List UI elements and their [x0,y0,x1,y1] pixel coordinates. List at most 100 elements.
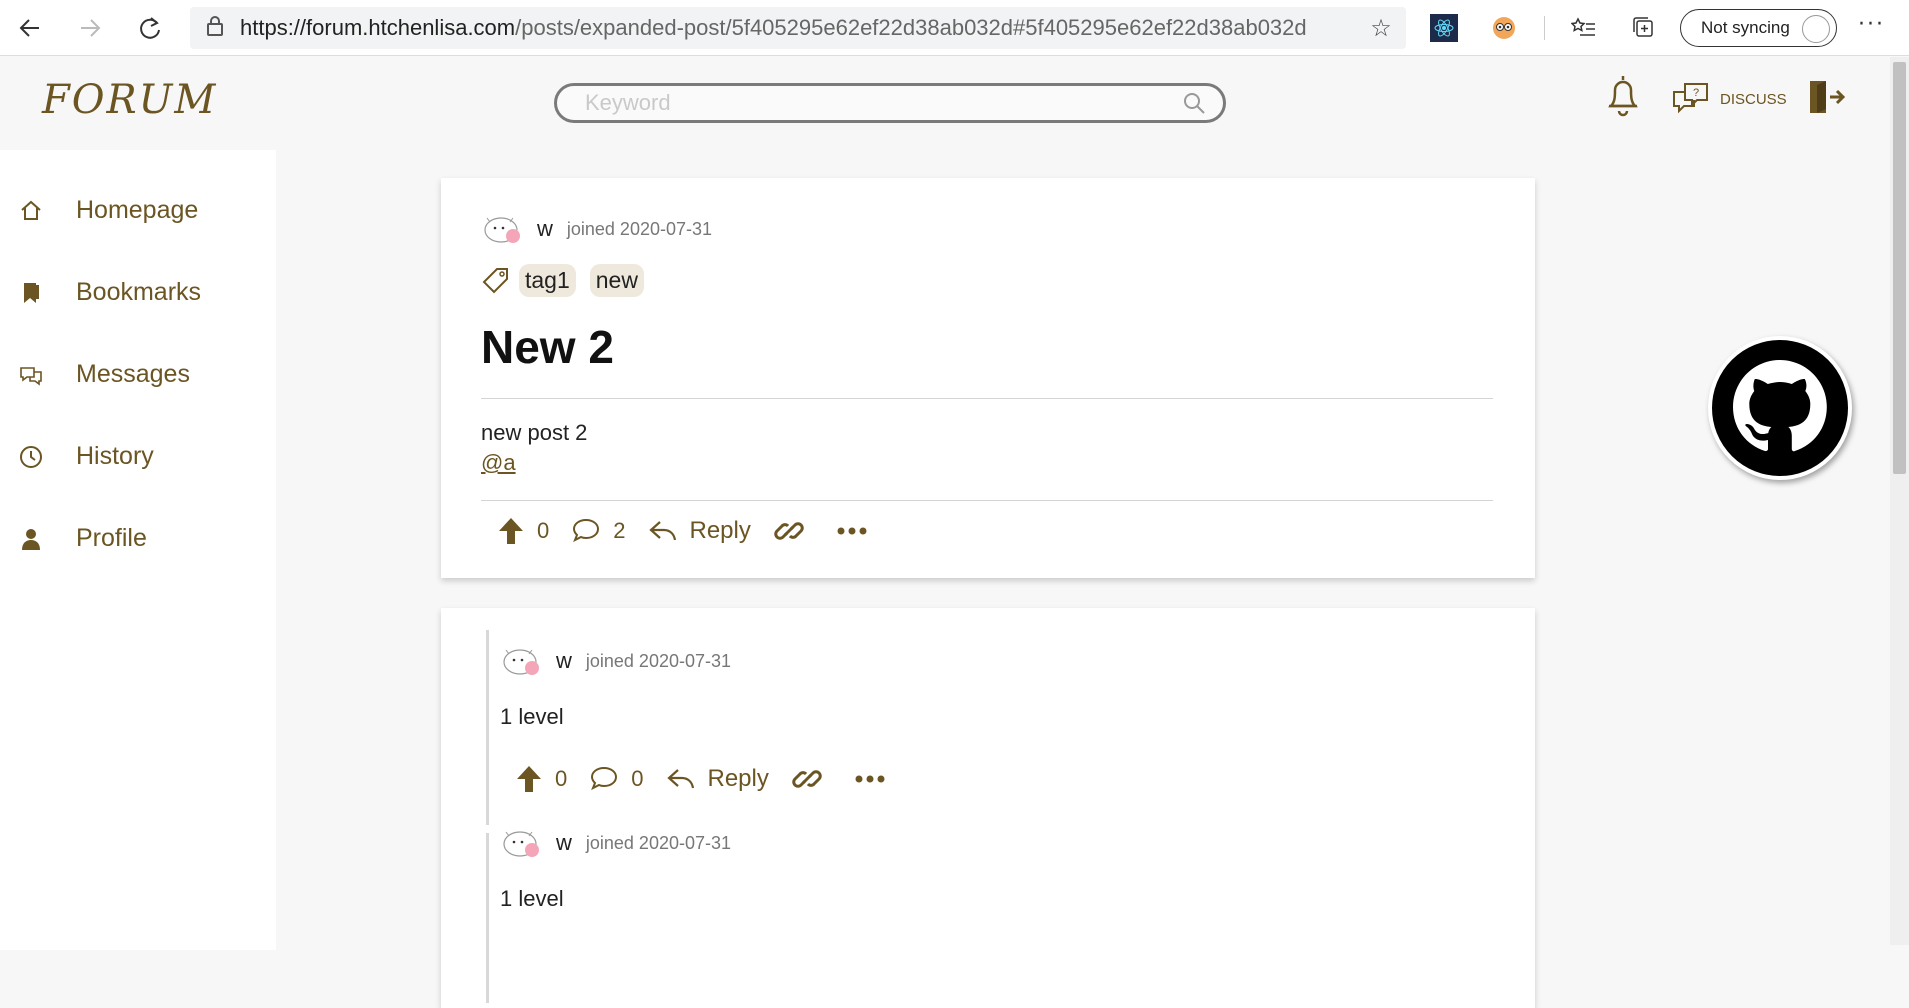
sidebar-item-homepage[interactable]: Homepage [18,196,198,225]
comment-count: 0 [631,766,644,791]
reply-author: w joined 2020-07-31 [502,644,731,678]
username[interactable]: w [537,216,553,242]
ellipsis-icon [855,775,885,783]
sidebar-item-bookmarks[interactable]: Bookmarks [18,278,201,307]
post-card: w joined 2020-07-31 tag1 new New 2 new p… [441,178,1535,578]
extension-face-icon[interactable] [1490,14,1518,42]
sidebar-item-messages[interactable]: Messages [18,360,190,389]
upvote-count: 0 [555,766,568,791]
avatar[interactable] [502,826,542,860]
reply-label: Reply [707,765,769,792]
address-bar[interactable]: https://forum.htchenlisa.com/posts/expan… [190,7,1406,49]
search-box [554,83,1226,123]
tag-chip[interactable]: new [589,264,644,297]
reply-icon [666,769,694,789]
discuss-icon[interactable]: ? [1671,78,1711,118]
reply-actions: 0 0 Reply [515,753,907,805]
comment-icon [591,766,618,791]
reply-author: w joined 2020-07-31 [502,826,731,860]
arrow-up-icon [517,766,541,792]
browser-toolbar: https://forum.htchenlisa.com/posts/expan… [0,0,1909,56]
comment-icon [573,518,600,543]
sidebar-item-label: History [76,442,154,470]
post-author: w joined 2020-07-31 [483,212,712,246]
bookmark-icon [24,282,39,303]
reply-body: 1 level [500,704,564,729]
tags-row: tag1 new [481,264,644,297]
sidebar-item-label: Messages [76,360,190,388]
post-title: New 2 [481,321,614,373]
joined-date: joined 2020-07-31 [585,832,732,853]
avatar[interactable] [502,644,542,678]
svg-text:?: ? [1693,87,1699,99]
favorite-star-icon[interactable]: ☆ [1356,14,1406,42]
sync-label: Not syncing [1701,18,1790,37]
upvote-button[interactable]: 0 [497,516,549,546]
refresh-icon[interactable] [120,0,180,56]
joined-date: joined 2020-07-31 [566,218,713,239]
reply-thread-line [486,833,489,1003]
divider [481,500,1493,501]
back-icon[interactable] [0,0,60,56]
link-icon [792,770,822,788]
sidebar-item-label: Bookmarks [76,278,202,306]
reply-label: Reply [689,517,751,544]
ellipsis-icon [837,527,867,535]
joined-date: joined 2020-07-31 [585,650,732,671]
notification-bell-icon[interactable] [1603,72,1643,124]
react-devtools-icon[interactable] [1430,14,1458,42]
collections-icon[interactable] [1630,14,1658,42]
home-icon [21,200,41,220]
sidebar-item-profile[interactable]: Profile [18,524,147,553]
search-input[interactable] [585,90,1165,116]
username[interactable]: w [556,648,572,674]
tag-chip[interactable]: tag1 [519,264,576,297]
mention-link[interactable]: @a [481,450,516,476]
more-actions-button[interactable] [837,526,867,536]
github-icon[interactable] [1708,336,1852,480]
copy-link-button[interactable] [773,515,805,547]
arrow-up-icon [499,518,523,544]
copy-link-button[interactable] [791,763,823,795]
username[interactable]: w [556,830,572,856]
more-actions-button[interactable] [855,774,885,784]
sync-status-button[interactable]: Not syncing [1680,9,1837,47]
tag-icon [482,267,508,293]
lock-icon [190,15,240,42]
upvote-count: 0 [537,518,550,543]
comments-button[interactable]: 0 [589,765,644,793]
sidebar-item-label: Profile [76,524,147,552]
comments-button[interactable]: 2 [571,517,626,545]
comment-count: 2 [613,518,626,543]
sidebar-item-label: Homepage [76,196,199,224]
clock-icon [20,445,42,468]
messages-icon [20,366,42,386]
forum-page: FORUM ? DISCUSS Homepage Bookmarks Messa… [0,57,1890,1008]
reply-button[interactable]: Reply [648,517,751,545]
post-body: new post 2 [481,420,588,445]
link-icon [774,522,804,540]
reply-thread-line [486,630,489,825]
post-actions: 0 2 Reply [497,504,889,558]
scrollbar-thumb[interactable] [1893,62,1906,474]
reply-button[interactable]: Reply [666,765,769,793]
url-text[interactable]: https://forum.htchenlisa.com/posts/expan… [240,15,1356,41]
reply-body: 1 level [500,886,564,911]
profile-avatar-icon [1802,15,1830,43]
toolbar-separator [1544,16,1545,40]
forward-icon[interactable] [60,0,120,56]
divider [481,398,1493,399]
search-icon[interactable] [1181,90,1207,116]
replies-card: w joined 2020-07-31 1 level 0 0 Reply w … [441,608,1535,1008]
sidebar: Homepage Bookmarks Messages History Prof… [0,150,276,950]
upvote-button[interactable]: 0 [515,764,567,794]
more-options-icon[interactable]: ··· [1858,12,1885,37]
sidebar-item-history[interactable]: History [18,442,154,471]
discuss-label[interactable]: DISCUSS [1720,91,1787,108]
site-logo[interactable]: FORUM [42,77,217,123]
avatar[interactable] [483,212,523,246]
reply-icon [648,521,676,541]
favorites-list-icon[interactable] [1570,14,1598,42]
logout-icon[interactable] [1806,77,1846,121]
user-icon [22,528,40,550]
